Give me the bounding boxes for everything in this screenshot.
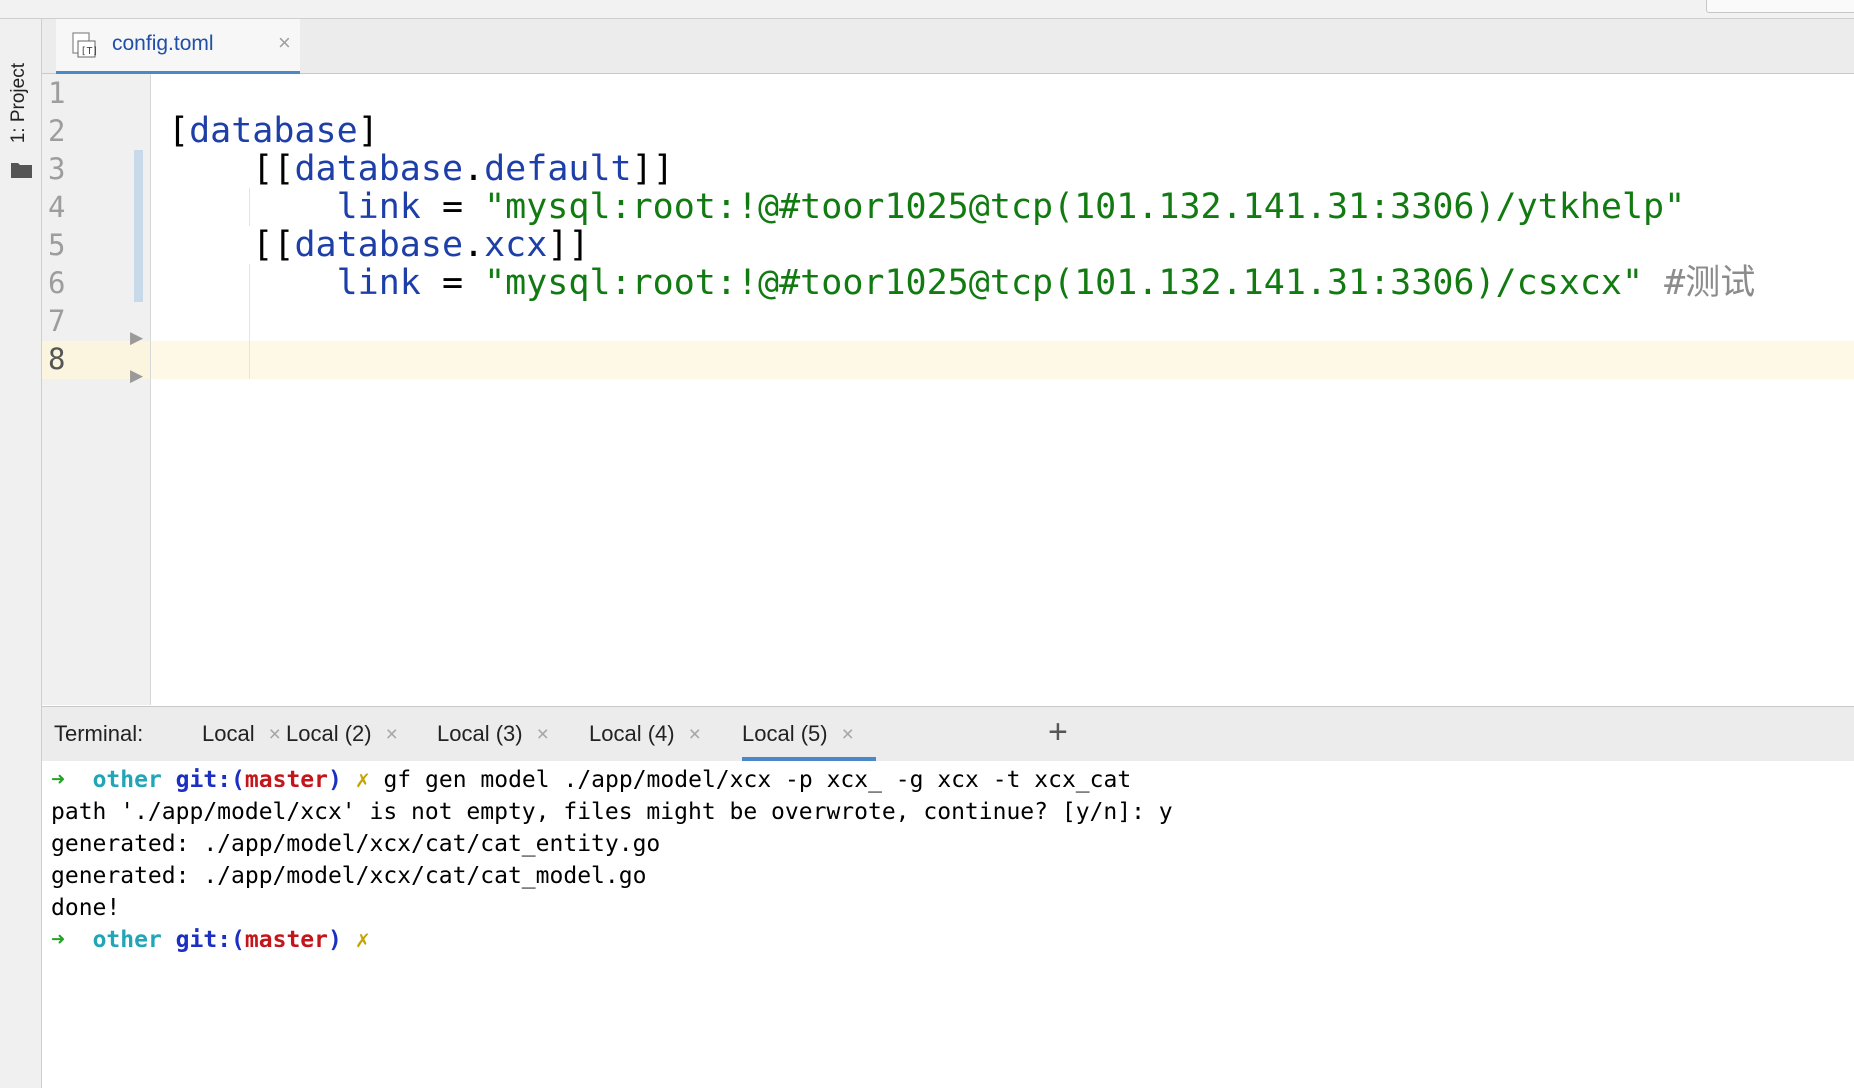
fold-marker-icon[interactable]: ▶ <box>130 328 143 348</box>
terminal-prompt-line: ➜ other git:(master) ✗ <box>51 927 370 953</box>
code-line-3: [[database.default]] <box>252 149 674 189</box>
fold-marker-icon[interactable]: ▶ <box>130 366 143 386</box>
navigation-bar <box>0 0 1854 19</box>
vcs-change-marker[interactable] <box>134 150 143 302</box>
terminal-tab-local-5[interactable]: Local (5) × <box>742 721 876 761</box>
editor-tab-bar: [T] config.toml × <box>42 19 1854 75</box>
close-terminal-tab-icon[interactable]: × <box>689 723 701 746</box>
svg-text:[T]: [T] <box>81 46 97 57</box>
line-number: 4 <box>48 190 66 224</box>
close-terminal-tab-icon[interactable]: × <box>537 723 549 746</box>
close-tab-icon[interactable]: × <box>278 30 291 56</box>
line-number: 6 <box>48 266 66 300</box>
terminal-tab-local-3[interactable]: Local (3) × <box>437 721 549 747</box>
terminal-command: gf gen model ./app/model/xcx -p xcx_ -g … <box>383 767 1132 793</box>
terminal-tab-bar: Terminal: Local × Local (2) × Local (3) × L… <box>42 706 1854 762</box>
terminal-tab-local[interactable]: Local × <box>202 721 281 747</box>
project-tool-tab[interactable]: 1: Project <box>4 55 38 187</box>
code-line-4: link = "mysql:root:!@#toor1025@tcp(101.1… <box>336 187 1686 227</box>
terminal-output-line: generated: ./app/model/xcx/cat/cat_model… <box>51 863 647 889</box>
line-number: 1 <box>48 76 66 110</box>
left-tool-strip: 1: Project <box>0 19 42 1088</box>
terminal-tab-local-4[interactable]: Local (4) × <box>589 721 701 747</box>
run-config-selector[interactable] <box>1706 0 1854 13</box>
code-editor[interactable]: [database] [[database.default]] link = "… <box>151 74 1854 705</box>
current-line-highlight <box>151 341 1854 379</box>
project-tool-label: 1: Project <box>8 63 29 144</box>
code-line-6: link = "mysql:root:!@#toor1025@tcp(101.1… <box>336 263 1756 303</box>
tab-config-toml[interactable]: [T] config.toml × <box>56 19 300 75</box>
code-line-2: [database] <box>168 111 379 151</box>
terminal-title: Terminal: <box>54 721 144 746</box>
code-line-5: [[database.xcx]] <box>252 225 590 265</box>
toml-file-icon: [T] <box>72 32 96 58</box>
close-terminal-tab-icon[interactable]: × <box>269 723 281 746</box>
terminal-tab-local-2[interactable]: Local (2) × <box>286 721 398 747</box>
line-number: 3 <box>48 152 66 186</box>
close-terminal-tab-icon[interactable]: × <box>386 723 398 746</box>
tab-filename: config.toml <box>112 32 214 55</box>
line-number: 5 <box>48 228 66 262</box>
new-terminal-tab-icon[interactable]: + <box>1048 713 1068 752</box>
current-line-number: 8 <box>48 342 66 376</box>
folder-icon <box>11 163 32 178</box>
close-terminal-tab-icon[interactable]: × <box>842 723 854 746</box>
line-number: 7 <box>48 304 66 338</box>
editor-gutter: 1 2 3 4 5 6 7 8 ▶ ▶ <box>42 74 151 705</box>
terminal-output[interactable]: ➜ other git:(master) ✗ gf gen model ./ap… <box>42 761 1854 1088</box>
line-number: 2 <box>48 114 66 148</box>
